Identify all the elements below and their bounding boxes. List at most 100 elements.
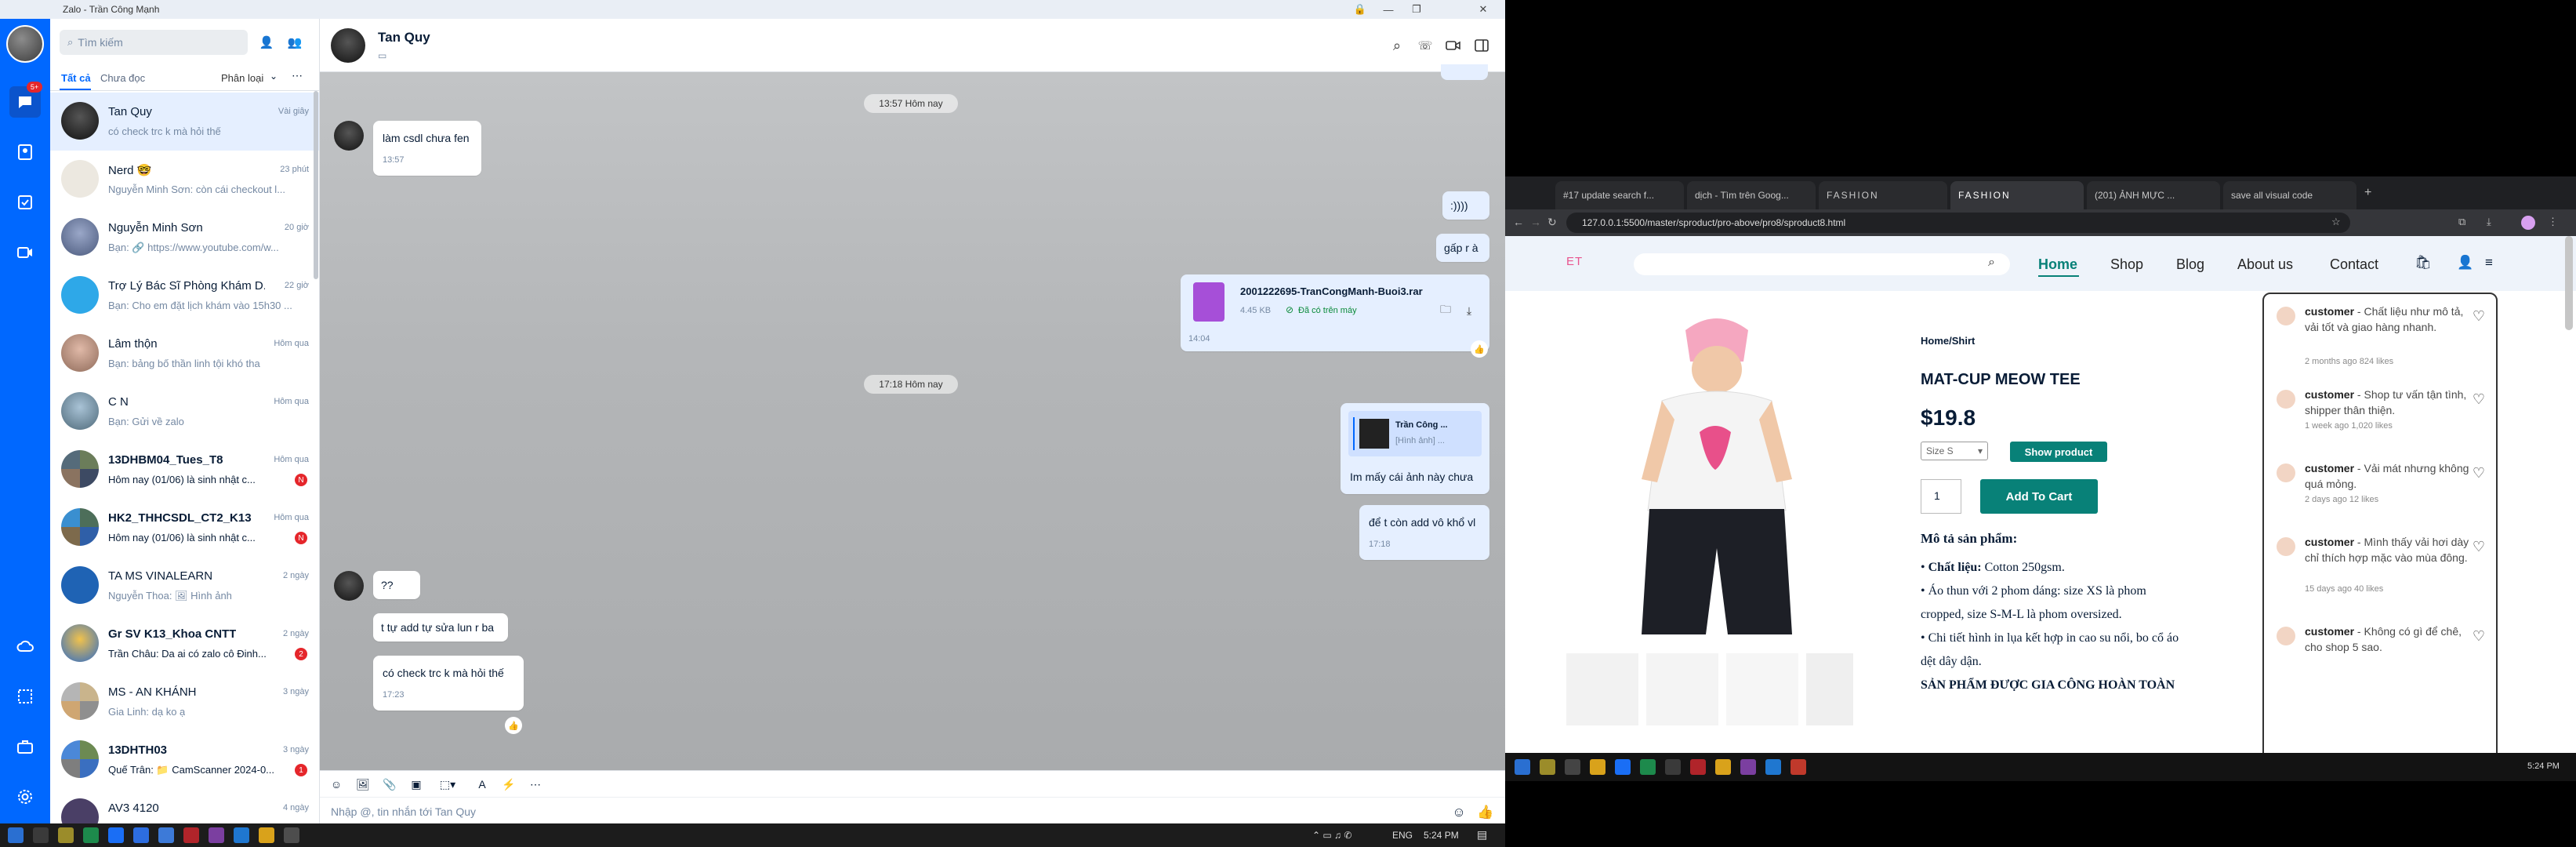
message-bubble[interactable]: ??	[373, 571, 420, 599]
search-icon[interactable]	[33, 827, 49, 843]
close-button[interactable]: ✕	[1469, 0, 1497, 19]
message-input[interactable]: Nhập @, tin nhắn tới Tan Quy	[331, 805, 476, 818]
add-to-cart-button[interactable]: Add To Cart	[1980, 479, 2098, 514]
browser-tab[interactable]: dịch - Tìm trên Goog...	[1687, 181, 1816, 209]
windows-start-icon[interactable]	[1515, 759, 1530, 775]
product-thumbnail[interactable]	[1566, 653, 1638, 725]
taskbar-app-icon[interactable]	[1565, 759, 1580, 775]
windows-start-icon[interactable]	[8, 827, 24, 843]
taskbar-app-icon[interactable]	[183, 827, 199, 843]
taskbar-app-icon[interactable]	[209, 827, 224, 843]
message-bubble[interactable]: :))))	[1442, 191, 1489, 220]
taskbar-app-icon[interactable]	[1665, 759, 1681, 775]
product-thumbnail[interactable]	[1726, 653, 1798, 725]
conversation-item[interactable]: C N Hôm qua Bạn: Gửi về zalo	[50, 383, 319, 441]
site-search-input[interactable]: ⌕	[1634, 253, 2010, 275]
sticker-icon[interactable]: ☺	[328, 776, 345, 793]
nav-contact[interactable]: Contact	[2330, 256, 2378, 273]
reply-message[interactable]: Trần Công ... [Hình ảnh] ... Im mấy cái …	[1341, 403, 1489, 494]
vscode-icon[interactable]	[1765, 759, 1781, 775]
minimize-button[interactable]: —	[1374, 0, 1402, 19]
todo-icon[interactable]	[9, 187, 41, 218]
nav-home[interactable]: Home	[2038, 256, 2077, 273]
classify-dropdown[interactable]: Phân loại	[221, 72, 263, 84]
quantity-input[interactable]: 1	[1921, 479, 1961, 514]
nav-shop[interactable]: Shop	[2110, 256, 2143, 273]
like-send-icon[interactable]: 👍	[1475, 802, 1496, 823]
contact-name[interactable]: Tan Quy	[378, 30, 430, 45]
edge-icon[interactable]	[1640, 759, 1656, 775]
conversation-item[interactable]: HK2_THHCSDL_CT2_K13 Hôm qua Hôm nay (01/…	[50, 499, 319, 557]
avatar[interactable]	[6, 25, 44, 63]
taskbar-app-icon[interactable]	[284, 827, 299, 843]
toolbox-icon[interactable]	[9, 731, 41, 762]
taskbar-app-icon[interactable]	[133, 827, 149, 843]
quick-message-icon[interactable]: ⚡	[500, 776, 517, 793]
chrome-icon[interactable]	[1791, 759, 1806, 775]
quoted-message[interactable]: Trần Công ... [Hình ảnh] ...	[1348, 411, 1482, 456]
comments-panel[interactable]: customer - Chất liệu như mô tả, vải tốt …	[2262, 293, 2498, 753]
like-icon[interactable]: 👍	[1471, 340, 1488, 358]
sender-avatar[interactable]	[334, 571, 364, 601]
heart-icon[interactable]: ♡	[2473, 308, 2485, 325]
heart-icon[interactable]: ♡	[2473, 539, 2485, 555]
new-tab-button[interactable]: +	[2364, 186, 2371, 200]
nav-blog[interactable]: Blog	[2176, 256, 2204, 273]
sidebar-toggle-icon[interactable]	[1471, 35, 1493, 56]
like-icon[interactable]: 👍	[505, 717, 522, 734]
bookmark-icon[interactable]: ☆	[2331, 216, 2341, 228]
product-main-image[interactable]	[1568, 299, 1866, 644]
browser-tab[interactable]: FASHION	[1819, 181, 1947, 209]
taskbar-app-icon[interactable]	[1690, 759, 1706, 775]
browser-tab-active[interactable]: FASHION	[1950, 181, 2084, 209]
more-icon[interactable]: ⋯	[527, 776, 544, 793]
contact-avatar[interactable]	[331, 28, 365, 63]
taskbar-app-icon[interactable]	[1590, 759, 1605, 775]
message-bubble[interactable]: có check trc k mà hỏi thế 17:23	[373, 656, 524, 711]
cart-icon[interactable]: 🛍	[2415, 255, 2432, 271]
heart-icon[interactable]: ♡	[2473, 465, 2485, 482]
clock[interactable]: 5:24 PM	[1424, 830, 1459, 841]
back-icon[interactable]: ←	[1513, 216, 1524, 228]
download-icon[interactable]: ⤓	[2487, 216, 2491, 228]
download-icon[interactable]: ⤓	[1460, 301, 1478, 320]
image-icon[interactable]: 🖼	[354, 776, 372, 793]
clock[interactable]: 5:24 PM	[2527, 762, 2560, 771]
zalo-taskbar-icon[interactable]	[108, 827, 124, 843]
conversation-item[interactable]: MS - AN KHÁNH 3 ngày Gia Linh: dạ ko ạ	[50, 673, 319, 731]
tag-icon[interactable]: ▭	[378, 50, 386, 61]
video-call-icon[interactable]	[1442, 35, 1464, 56]
file-message[interactable]: 2001222695-TranCongManh-Buoi3.rar 4.45 K…	[1181, 274, 1489, 358]
cloud-icon[interactable]	[9, 631, 41, 662]
vscode-icon[interactable]	[234, 827, 249, 843]
size-select[interactable]: Size S ▾	[1921, 442, 1988, 460]
heart-icon[interactable]: ♡	[2473, 628, 2485, 645]
site-logo[interactable]: ET	[1566, 255, 1583, 268]
user-icon[interactable]: 👤	[2457, 255, 2473, 271]
forward-icon[interactable]: →	[1530, 216, 1541, 228]
message-bubble[interactable]: để t còn add vô khổ vl 17:18	[1359, 505, 1489, 560]
tab-all[interactable]: Tất cả	[61, 72, 91, 84]
nav-about[interactable]: About us	[2237, 256, 2293, 273]
screenshot-icon[interactable]: ⬚▾	[434, 776, 461, 793]
search-input[interactable]: ⌕ Tìm kiếm	[60, 30, 248, 55]
tab-unread[interactable]: Chưa đọc	[100, 72, 145, 84]
file-explorer-icon[interactable]	[58, 827, 74, 843]
edge-icon[interactable]	[83, 827, 99, 843]
conversation-item[interactable]: Nerd 🤓 23 phút Nguyễn Minh Sơn: còn cái …	[50, 151, 319, 209]
lock-icon[interactable]: 🔒	[1346, 0, 1374, 19]
chevron-down-icon[interactable]: ⌄	[270, 71, 278, 82]
search-icon[interactable]: ⌕	[1988, 256, 1995, 270]
add-friend-icon[interactable]: 👤	[256, 31, 278, 53]
restore-button[interactable]: ❐	[1402, 0, 1431, 19]
show-product-button[interactable]: Show product	[2010, 442, 2107, 462]
taskbar-app-icon[interactable]	[158, 827, 174, 843]
conversation-item[interactable]: TA MS VINALEARN 2 ngày Nguyễn Thoa: 🖼 Hì…	[50, 557, 319, 615]
open-folder-icon[interactable]: 🗀	[1436, 301, 1455, 320]
conversation-item[interactable]: Nguyễn Minh Sơn 20 giờ Bạn: 🔗 https://ww…	[50, 209, 319, 267]
chrome-icon[interactable]	[259, 827, 274, 843]
chrome-icon[interactable]	[1715, 759, 1731, 775]
message-bubble[interactable]: gấp r à	[1436, 234, 1489, 262]
phone-icon[interactable]: ☏	[1414, 35, 1436, 56]
tray-icons[interactable]: ⌃ ▭ ♫ ✆	[1312, 830, 1351, 841]
